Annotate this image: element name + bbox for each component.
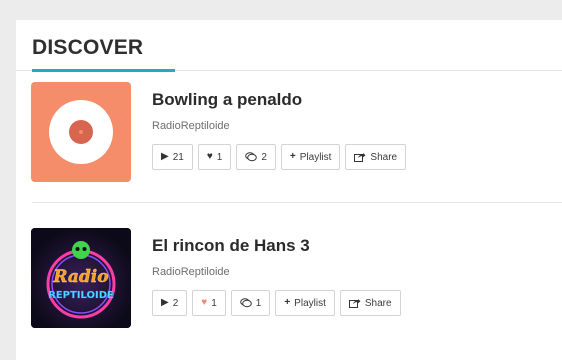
plus-icon: + [289,151,296,162]
comment-count: 2 [261,151,267,163]
track-title[interactable]: Bowling a penaldo [152,90,302,110]
track-artwork[interactable]: Radio REPTILOIDE [31,228,131,328]
plus-icon: + [284,297,291,308]
share-label: Share [364,297,392,309]
play-count-button[interactable]: ▶ 21 [152,144,193,170]
share-button[interactable]: Share [345,144,407,170]
vinyl-disc-icon [49,100,113,164]
track-divider [32,202,562,203]
comment-button[interactable]: 1 [230,290,271,316]
track-artist[interactable]: RadioReptiloide [152,266,230,278]
track-actions: ▶ 2 ♥ 1 1 + Playlist Share [152,290,401,316]
like-button[interactable]: ♥ 1 [197,144,232,170]
radio-reptiloide-logo: Radio REPTILOIDE [31,228,131,328]
track-title[interactable]: El rincon de Hans 3 [152,236,310,256]
comment-icon [245,152,258,162]
section-title: DISCOVER [32,36,144,59]
track-actions: ▶ 21 ♥ 1 2 + Playlist Share [152,144,407,170]
play-count-button[interactable]: ▶ 2 [152,290,188,316]
share-icon [354,152,366,162]
like-button[interactable]: ♥ 1 [192,290,226,316]
track-artist[interactable]: RadioReptiloide [152,120,230,132]
heart-icon: ♥ [206,151,213,162]
play-count: 2 [172,297,179,309]
svg-text:Radio: Radio [52,267,108,287]
add-to-playlist-button[interactable]: + Playlist [280,144,341,170]
discover-panel: DISCOVER Bowling a penaldo RadioReptiloi… [16,20,562,360]
playlist-label: Playlist [299,151,332,163]
track-item: Bowling a penaldo RadioReptiloide ▶ 21 ♥… [31,82,562,186]
comment-button[interactable]: 2 [236,144,276,170]
comment-count: 1 [255,297,262,309]
playlist-label: Playlist [294,297,326,309]
header-accent-bar [32,69,175,72]
disc-label [69,120,93,144]
track-item: Radio REPTILOIDE El rincon de Hans 3 Rad… [31,228,562,332]
heart-icon: ♥ [201,297,208,308]
section-header: DISCOVER [32,36,143,60]
like-count: 1 [211,297,217,309]
svg-text:REPTILOIDE: REPTILOIDE [48,290,114,301]
disc-hole [79,130,83,134]
like-count: 1 [216,151,223,163]
add-to-playlist-button[interactable]: + Playlist [275,290,335,316]
share-button[interactable]: Share [339,290,401,316]
play-icon: ▶ [161,151,169,162]
comment-icon [239,298,252,308]
play-count: 21 [172,151,184,163]
play-icon: ▶ [161,297,169,308]
share-icon [348,298,361,308]
track-artwork[interactable] [31,82,131,182]
share-label: Share [370,151,398,163]
